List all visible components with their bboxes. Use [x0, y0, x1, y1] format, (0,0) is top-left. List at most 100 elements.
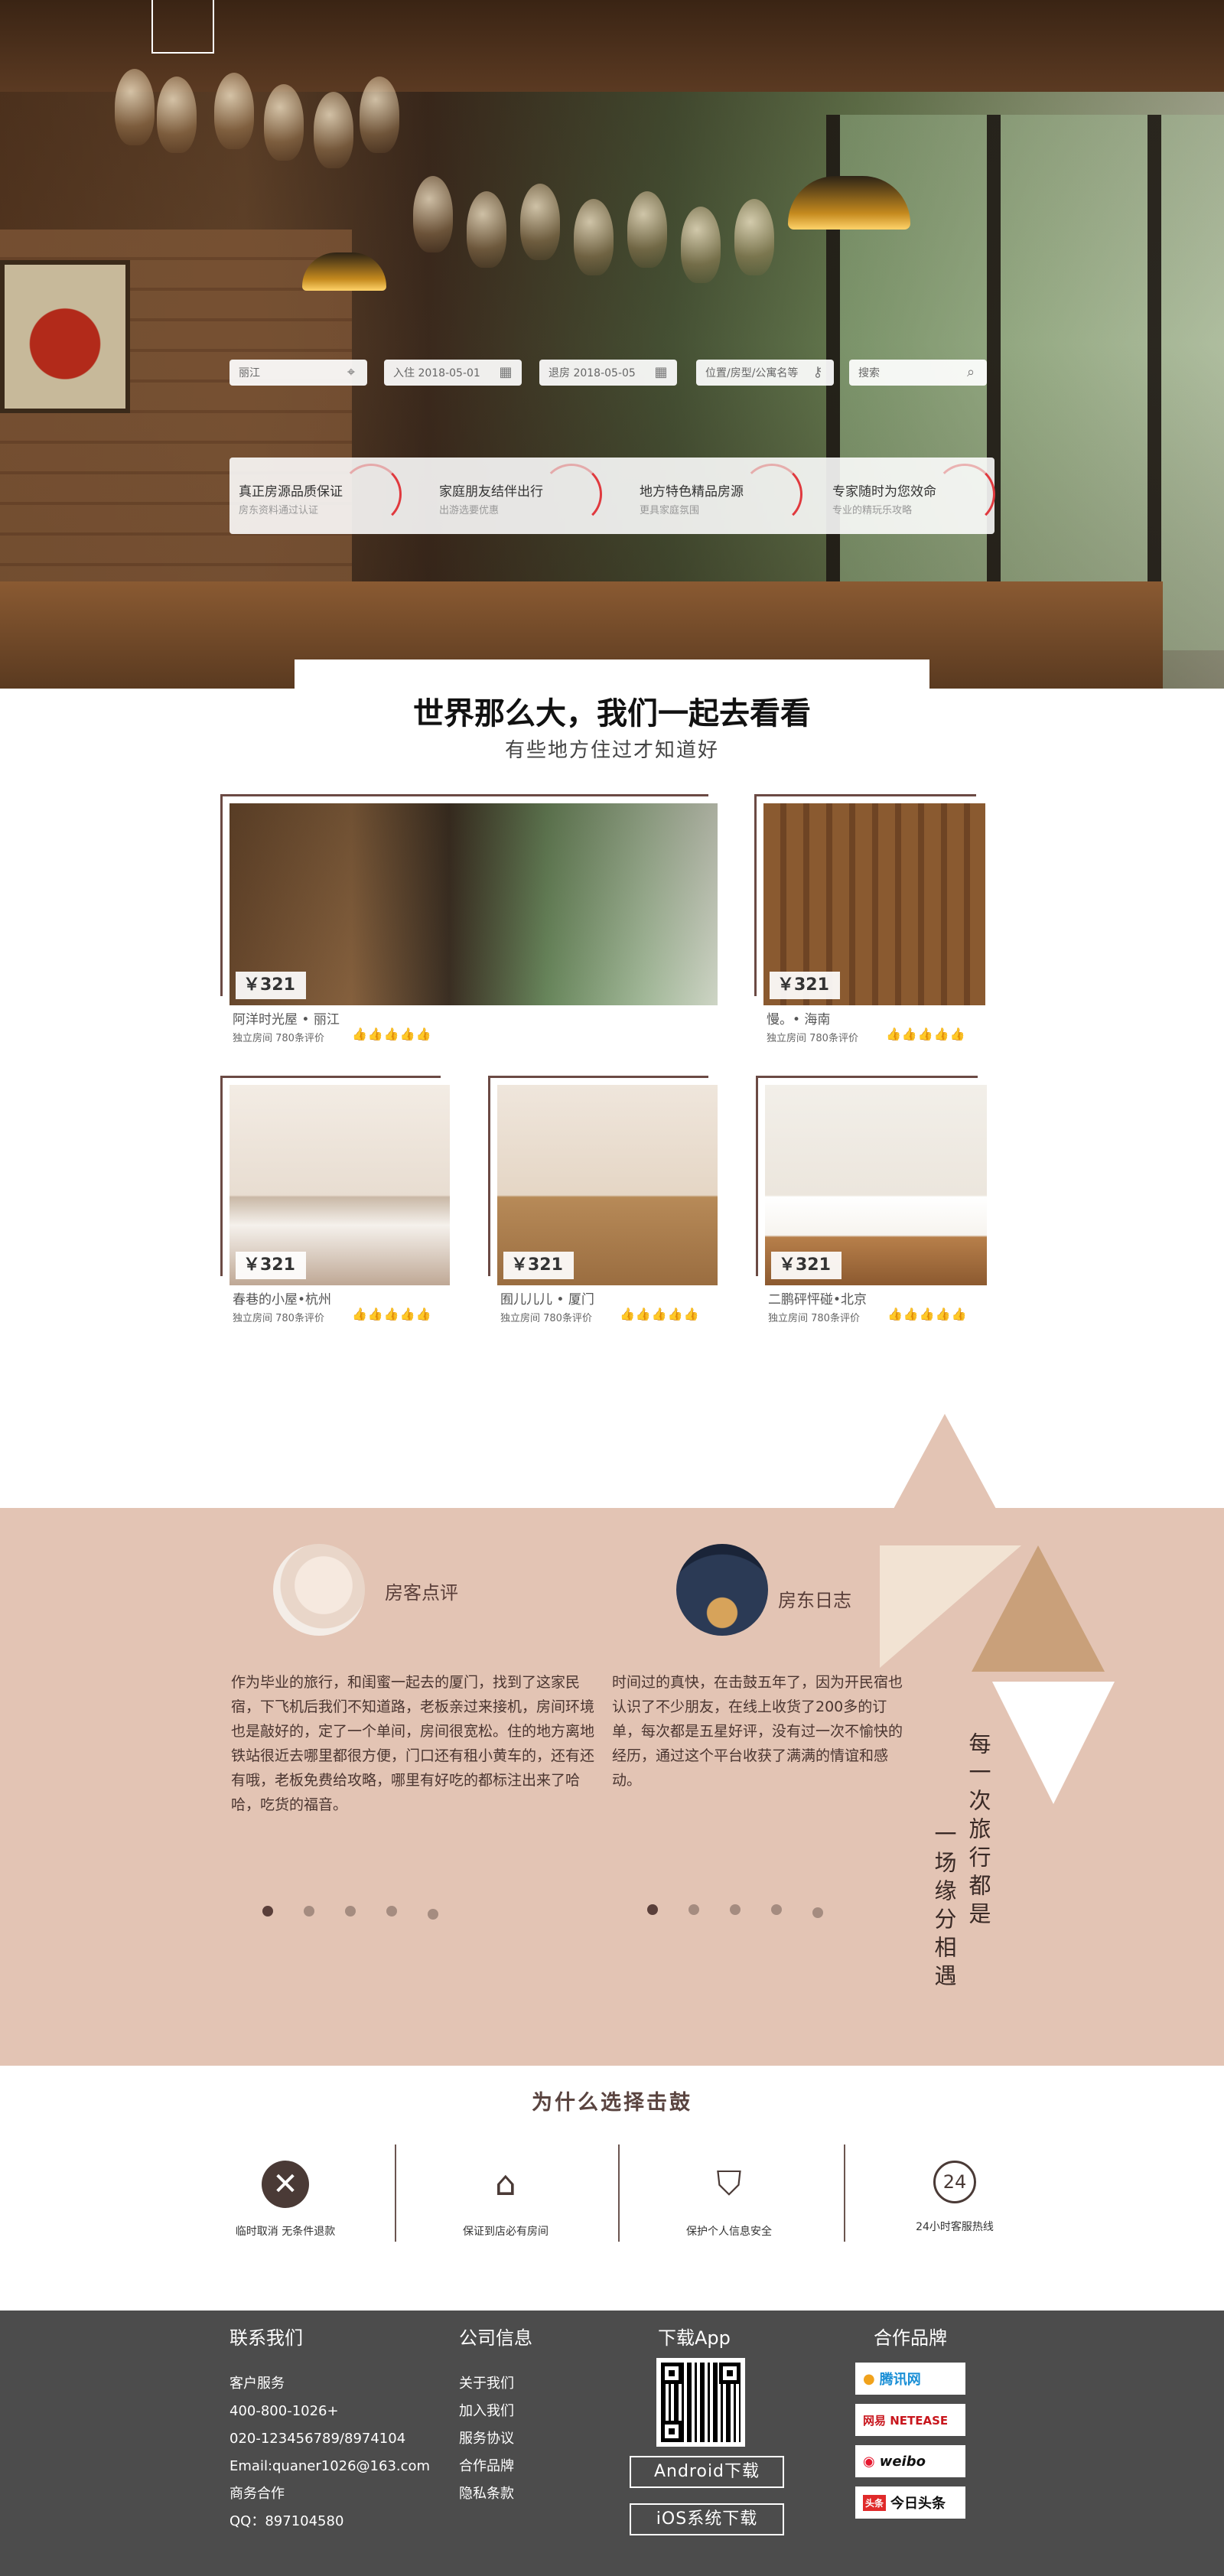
key-icon: ⚷: [812, 364, 823, 380]
pager-dot[interactable]: [262, 1906, 273, 1917]
slogan-line-2: 一场缘分相遇: [931, 1822, 957, 1992]
listing-meta: 独立房间 780条评价: [768, 1313, 860, 1324]
feature-item: 专家随时为您效命 专业的精玩乐攻略: [823, 458, 1014, 534]
weibo-logo-icon: ◉: [863, 2453, 875, 2470]
hero-banner: 丽江 ⌖ 入住 2018-05-01 ▦ 退房 2018-05-05 ▦ 位置/…: [0, 0, 1224, 689]
decor-triangle: [894, 1414, 996, 1509]
android-download-button[interactable]: Android下载: [630, 2456, 784, 2488]
listing-card[interactable]: ￥321 囿儿儿儿 • 厦门 独立房间 780条评价 👍👍👍👍👍: [488, 1076, 718, 1324]
host-journal-pager[interactable]: [647, 1904, 823, 1918]
home-icon: ⌂: [495, 2164, 516, 2203]
listing-meta: 独立房间 780条评价: [233, 1313, 324, 1324]
checkout-date-input[interactable]: 退房 2018-05-05 ▦: [539, 360, 677, 386]
listing-price: ￥321: [236, 1252, 306, 1279]
host-journal-label: 房东日志: [778, 1590, 851, 1611]
why-item: ✕ 临时取消 无条件退款: [174, 2142, 396, 2242]
listing-price: ￥321: [771, 1252, 842, 1279]
guest-review-pager[interactable]: [262, 1906, 438, 1920]
listing-meta: 独立房间 780条评价: [500, 1313, 592, 1324]
search-icon: ⌕: [966, 364, 975, 380]
footer-link[interactable]: 关于我们: [459, 2370, 514, 2398]
destination-input[interactable]: 丽江 ⌖: [230, 360, 367, 386]
footer: 联系我们 客户服务 400-800-1026+ 020-123456789/89…: [0, 2311, 1224, 2576]
location-pin-icon: ⌖: [347, 364, 356, 380]
email-link[interactable]: Email:quaner1026@163.com: [230, 2453, 430, 2480]
company-title: 公司信息: [459, 2327, 532, 2349]
contact-list: 客户服务 400-800-1026+ 020-123456789/8974104…: [230, 2376, 431, 2529]
partner-toutiao[interactable]: 头条 今日头条: [855, 2486, 965, 2519]
listing-price: ￥321: [503, 1252, 574, 1279]
footer-link[interactable]: 加入我们: [459, 2398, 514, 2425]
pager-dot[interactable]: [428, 1909, 438, 1920]
pager-dot[interactable]: [771, 1904, 782, 1915]
host-avatar: [676, 1544, 768, 1636]
partners-title: 合作品牌: [874, 2327, 947, 2349]
shield-icon: ⛉: [716, 2164, 742, 2203]
rating-thumbs-icon: 👍👍👍👍👍: [352, 1307, 432, 1321]
partner-weibo[interactable]: ◉ weibo: [855, 2445, 965, 2477]
footer-link[interactable]: 合作品牌: [459, 2453, 514, 2480]
search-button[interactable]: 搜索 ⌕: [849, 360, 987, 386]
24h-service-icon: 24: [933, 2161, 976, 2203]
pager-dot[interactable]: [812, 1907, 823, 1918]
collage-photo-bedroom: [972, 1545, 1105, 1672]
slogan-line-1: 每一次旅行都是: [965, 1732, 991, 1930]
pager-dot[interactable]: [730, 1904, 741, 1915]
listing-card[interactable]: ￥321 阿洋时光屋 • 丽江 独立房间 780条评价 👍👍👍👍👍: [220, 794, 718, 1044]
listing-name: 慢。• 海南: [767, 1012, 831, 1027]
partner-qq[interactable]: ● 腾讯网: [855, 2363, 965, 2395]
contact-title: 联系我们: [230, 2327, 303, 2349]
listing-card[interactable]: ￥321 二鹏砰怦碰•北京 独立房间 780条评价 👍👍👍👍👍: [756, 1076, 987, 1324]
feature-item: 家庭朋友结伴出行 出游选要优惠: [430, 458, 621, 534]
page-subtitle: 有些地方住过才知道好: [504, 739, 719, 762]
why-title: 为什么选择击鼓: [532, 2091, 692, 2115]
checkin-date-input[interactable]: 入住 2018-05-01 ▦: [384, 360, 522, 386]
pager-dot[interactable]: [304, 1906, 314, 1917]
ios-download-button[interactable]: iOS系统下载: [630, 2503, 784, 2535]
tencent-logo-icon: ●: [863, 2370, 875, 2387]
page-title: 世界那么大，我们一起去看看: [413, 696, 811, 731]
listing-name: 二鹏砰怦碰•北京: [768, 1292, 868, 1308]
rating-thumbs-icon: 👍👍👍👍👍: [620, 1307, 700, 1321]
app-title: 下载App: [658, 2327, 731, 2349]
feature-item: 真正房源品质保证 房东资料通过认证: [230, 458, 421, 534]
keyword-input[interactable]: 位置/房型/公寓名等 ⚷: [696, 360, 834, 386]
listing-card[interactable]: ￥321 春巷的小屋•杭州 独立房间 780条评价 👍👍👍👍👍: [220, 1076, 450, 1324]
wall-painting: [0, 260, 130, 413]
site-logo[interactable]: [151, 0, 214, 54]
calendar-icon: ▦: [654, 364, 668, 380]
pager-dot[interactable]: [345, 1906, 356, 1917]
company-links: 关于我们 加入我们 服务协议 合作品牌 隐私条款: [459, 2370, 514, 2508]
listing-name: 阿洋时光屋 • 丽江: [233, 1012, 340, 1027]
calendar-icon: ▦: [499, 364, 513, 380]
rating-thumbs-icon: 👍👍👍👍👍: [887, 1307, 968, 1321]
listing-price: ￥321: [236, 972, 306, 999]
listing-card[interactable]: ￥321 慢。• 海南 独立房间 780条评价 👍👍👍👍👍: [754, 794, 985, 1044]
feature-bar: 真正房源品质保证 房东资料通过认证 家庭朋友结伴出行 出游选要优惠 地方特色精品…: [230, 458, 995, 534]
listing-name: 囿儿儿儿 • 厦门: [500, 1292, 594, 1308]
guest-avatar: [273, 1544, 365, 1636]
pager-dot[interactable]: [688, 1904, 699, 1915]
toutiao-logo-icon: 头条: [863, 2494, 887, 2511]
why-item: 24 24小时客服热线: [844, 2142, 1066, 2242]
decor-triangle: [992, 1682, 1115, 1804]
listing-price: ￥321: [770, 972, 840, 999]
pager-dot[interactable]: [647, 1904, 658, 1915]
qr-code: [656, 2358, 745, 2447]
why-item: ⛉ 保护个人信息安全: [618, 2142, 840, 2242]
feature-item: 地方特色精品房源 更具家庭氛围: [630, 458, 822, 534]
pager-dot[interactable]: [386, 1906, 397, 1917]
host-journal-text: 时间过的真快，在击鼓五年了，因为开民宿也认识了不少朋友，在线上收货了200多的订…: [612, 1674, 903, 1789]
why-item: ⌂ 保证到店必有房间: [395, 2142, 617, 2242]
page: 丽江 ⌖ 入住 2018-05-01 ▦ 退房 2018-05-05 ▦ 位置/…: [0, 0, 1224, 2576]
cancel-circle-icon: ✕: [262, 2161, 309, 2208]
partner-netease[interactable]: 网易 NETEASE: [855, 2404, 965, 2436]
guest-review-label: 房客点评: [385, 1582, 458, 1604]
listing-meta: 独立房间 780条评价: [233, 1033, 324, 1044]
rating-thumbs-icon: 👍👍👍👍👍: [886, 1027, 966, 1041]
footer-link[interactable]: 隐私条款: [459, 2480, 514, 2508]
guest-review-text: 作为毕业的旅行，和闺蜜一起去的厦门，找到了这家民宿，下飞机后我们不知道路，老板亲…: [231, 1674, 595, 1813]
rating-thumbs-icon: 👍👍👍👍👍: [352, 1027, 432, 1041]
listing-name: 春巷的小屋•杭州: [233, 1292, 332, 1308]
footer-link[interactable]: 服务协议: [459, 2425, 514, 2453]
